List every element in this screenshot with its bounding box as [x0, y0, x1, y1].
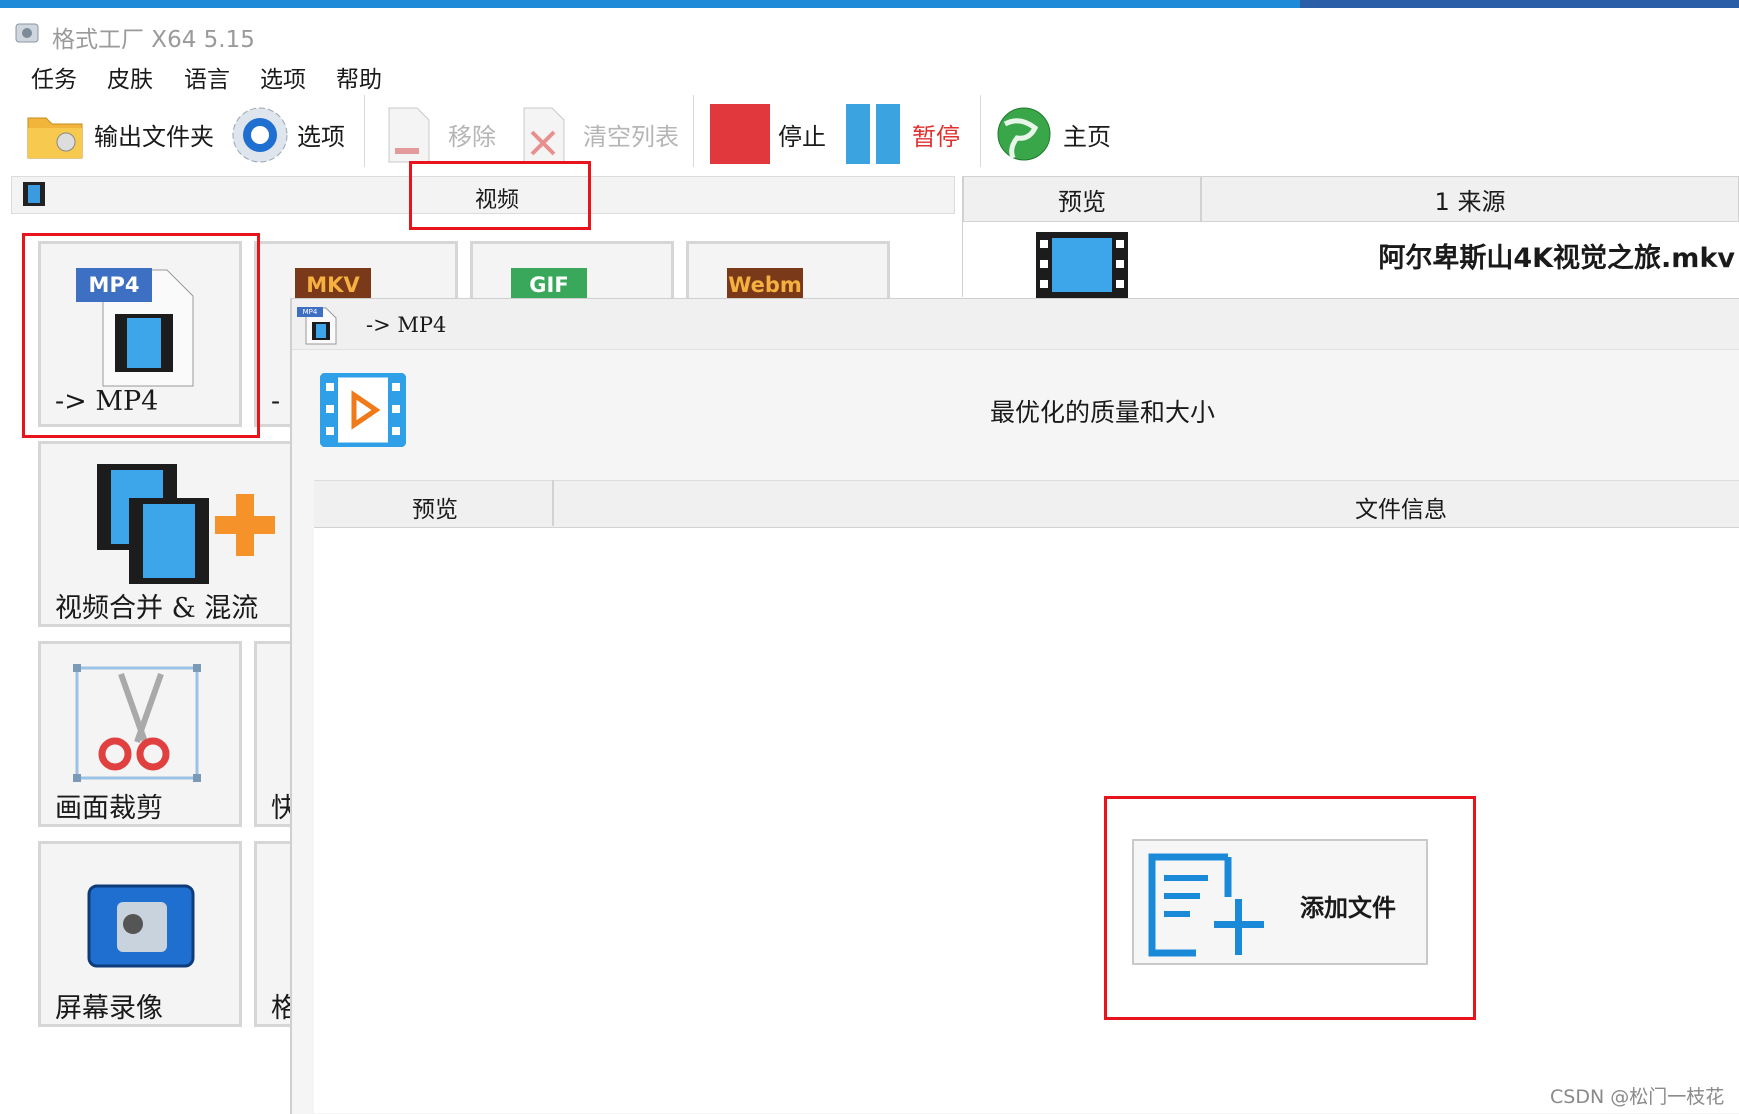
toolbar-separator: [980, 95, 981, 167]
gear-icon: [232, 107, 288, 163]
menu-options[interactable]: 选项: [260, 60, 306, 94]
video-file-icon: [1036, 232, 1128, 298]
pause-icon-bar: [876, 104, 900, 164]
remove-button[interactable]: 移除: [385, 104, 500, 164]
clear-list-icon: [523, 107, 565, 163]
file-list-area[interactable]: [314, 528, 1739, 1113]
pause-button[interactable]: 暂停: [846, 104, 966, 166]
remove-doc-icon: [388, 107, 430, 163]
webm-badge: Webm: [727, 268, 803, 302]
toolbar-separator: [364, 95, 365, 167]
home-button[interactable]: 主页: [995, 104, 1115, 166]
clear-list-button[interactable]: 清空列表: [520, 104, 680, 164]
toolbar-separator: [693, 95, 694, 167]
menu-task[interactable]: 任务: [31, 60, 77, 94]
stop-label: 停止: [778, 123, 826, 151]
app-title: 格式工厂 X64 5.15: [52, 27, 255, 53]
output-folder-button[interactable]: 输出文件夹: [26, 104, 216, 164]
camcorder-icon: [87, 884, 195, 968]
tile-fragment: -: [271, 386, 281, 417]
dialog-title-bar: [292, 299, 1739, 350]
taskbar-strip: [1300, 0, 1739, 8]
dialog-title: -> MP4: [366, 313, 447, 337]
pause-icon: [846, 104, 870, 164]
options-button[interactable]: 选项: [230, 104, 360, 164]
dialog-preview-column[interactable]: 预览: [412, 490, 458, 524]
highlight-box-category: [409, 161, 591, 230]
tile-screen-record-label: 屏幕录像: [55, 993, 163, 1024]
video-play-icon: [320, 373, 406, 447]
quality-preset[interactable]: 最优化的质量和大小: [990, 393, 1215, 429]
remove-label: 移除: [448, 123, 496, 151]
film-icon: [23, 182, 45, 206]
mp4-small-badge: MP4: [297, 307, 323, 317]
menu-skin[interactable]: 皮肤: [107, 60, 153, 94]
tile-video-merge-label: 视频合并 & 混流: [55, 593, 259, 624]
preview-column-header[interactable]: 预览: [963, 176, 1201, 222]
mkv-badge: MKV: [295, 268, 371, 302]
options-label: 选项: [297, 123, 345, 151]
title-bar: [0, 8, 1739, 52]
highlight-box-mp4: [22, 233, 260, 438]
video-merge-icon: [97, 464, 275, 584]
gif-badge: GIF: [511, 268, 587, 302]
source-column-header[interactable]: 1 来源: [1201, 176, 1739, 222]
source-file-name: 阿尔卑斯山4K视觉之旅.mkv: [1378, 243, 1735, 274]
stop-icon: [710, 104, 770, 164]
output-folder-label: 输出文件夹: [94, 123, 214, 151]
highlight-box-add-file: [1104, 796, 1476, 1020]
tile-to-webm[interactable]: Webm: [686, 241, 890, 302]
menu-help[interactable]: 帮助: [336, 60, 382, 94]
column-separator: [552, 480, 554, 526]
folder-icon: [27, 117, 83, 159]
stop-button[interactable]: 停止: [710, 104, 830, 166]
home-label: 主页: [1063, 123, 1111, 151]
app-icon: [15, 23, 39, 43]
scissors-icon: [73, 664, 201, 782]
watermark: CSDN @松门一枝花: [1550, 1086, 1725, 1108]
tile-crop[interactable]: 画面裁剪: [38, 641, 242, 827]
menu-language[interactable]: 语言: [184, 60, 230, 94]
tile-crop-label: 画面裁剪: [55, 793, 163, 824]
file-table-header: [314, 480, 1739, 529]
clear-list-label: 清空列表: [583, 123, 679, 151]
pause-label: 暂停: [912, 123, 960, 151]
globe-icon: [997, 107, 1051, 161]
tile-screen-record[interactable]: 屏幕录像: [38, 841, 242, 1027]
dialog-file-info-column[interactable]: 文件信息: [1355, 490, 1447, 524]
tile-video-merge[interactable]: 视频合并 & 混流: [38, 441, 298, 627]
tile-to-gif[interactable]: GIF: [470, 241, 674, 302]
